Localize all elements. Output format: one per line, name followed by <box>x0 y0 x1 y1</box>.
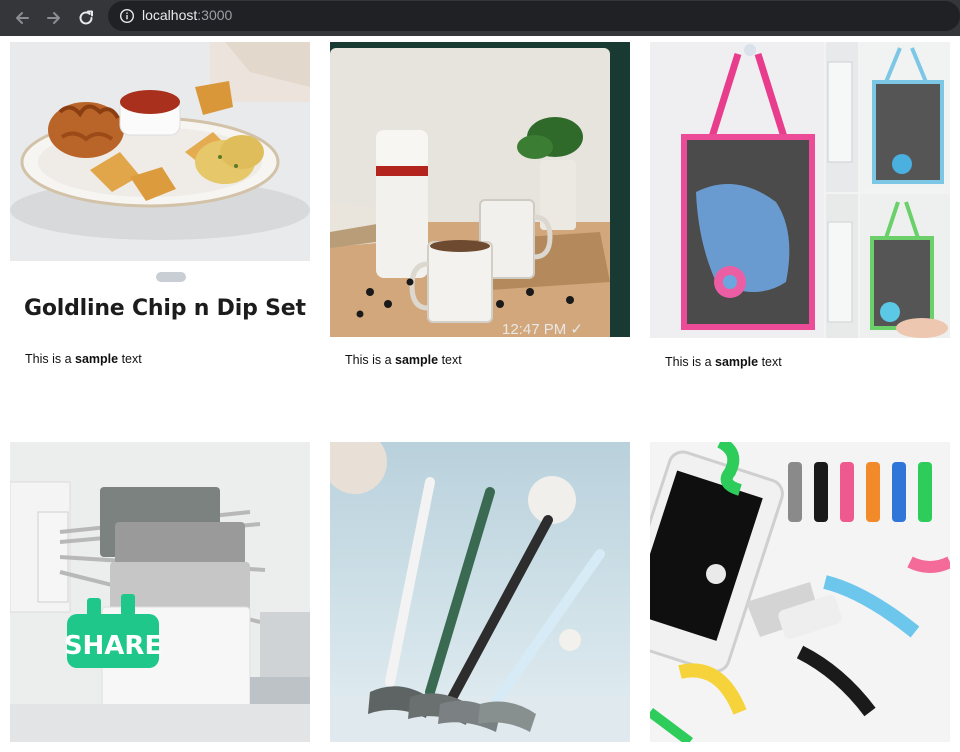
mugs-and-flask-image <box>330 42 630 337</box>
browser-toolbar: localhost:3000 <box>0 0 960 36</box>
cable-protectors-image <box>650 442 950 742</box>
product-card[interactable]: SHARE <box>10 442 310 742</box>
address-bar[interactable]: localhost:3000 <box>108 1 960 31</box>
product-card[interactable] <box>330 442 630 742</box>
url-host: localhost <box>142 7 198 23</box>
toilet-brushes-image <box>330 442 630 742</box>
url-text[interactable]: localhost:3000 <box>142 7 232 23</box>
chip-and-dip-image <box>10 42 310 261</box>
product-card[interactable] <box>650 442 950 742</box>
product-card[interactable]: This is a sample text <box>650 42 950 422</box>
product-title: Goldline Chip n Dip Set <box>24 296 306 321</box>
hanging-mesh-bag-image <box>650 42 950 338</box>
card-caption: This is a sample text <box>665 355 782 369</box>
product-card[interactable]: 12:47 PM ✓ This is a sample text <box>330 42 630 422</box>
share-badge[interactable]: SHARE <box>64 594 162 675</box>
back-arrow-icon[interactable] <box>9 5 35 31</box>
message-timestamp: 12:47 PM ✓ <box>502 321 583 338</box>
card-caption: This is a sample text <box>345 353 462 367</box>
info-icon[interactable] <box>119 8 135 29</box>
card-caption: This is a sample text <box>25 352 142 366</box>
forward-arrow-icon[interactable] <box>41 5 67 31</box>
url-port: :3000 <box>197 7 233 23</box>
towel-rack-image <box>10 442 310 742</box>
product-card[interactable]: Goldline Chip n Dip Set This is a sample… <box>10 42 310 422</box>
carousel-indicator[interactable] <box>156 272 186 282</box>
reload-icon[interactable] <box>73 5 99 31</box>
share-label: SHARE <box>65 631 161 661</box>
